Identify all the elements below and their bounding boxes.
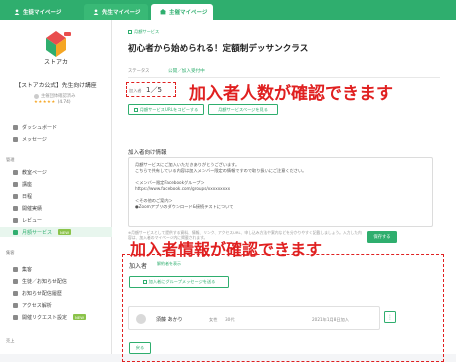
sidebar-item-classroom[interactable]: 教室ページ	[13, 167, 47, 177]
button-label: 月額サービスページを見る	[218, 106, 268, 112]
tab-student-mypage[interactable]: 生徒マイページ	[5, 4, 81, 20]
back-button[interactable]: 戻る	[129, 342, 151, 354]
participants-heading: 加入者	[129, 263, 148, 270]
participant-name[interactable]: 須藤 あかり	[156, 316, 183, 323]
sidebar-item-label: レビュー	[22, 217, 43, 224]
top-navigation-bar: 生徒マイページ 先生マイページ 主催マイページ	[0, 0, 456, 20]
sidebar-item-notify-history[interactable]: お知らせ配信履歴	[13, 288, 62, 298]
save-button[interactable]: 保存する	[367, 231, 397, 243]
owner-text: 主催団体確認済み	[41, 94, 76, 99]
group-message-button[interactable]: 加入者にグループメッセージを送る	[129, 276, 229, 288]
section-gather-heading: 集客	[6, 250, 15, 255]
settings-icon	[13, 314, 18, 320]
history-icon	[13, 290, 18, 296]
participant-gender: 女性	[209, 317, 218, 322]
more-vert-icon: ⋮	[387, 313, 393, 321]
shop-name: 【ストアカ公式】先生向け講座	[15, 83, 97, 89]
course-icon	[13, 181, 18, 187]
sidebar-item-dashboard[interactable]: ダッシュボード	[13, 122, 57, 132]
rating-value: (4.74)	[57, 100, 71, 105]
sidebar-item-message[interactable]: メッセージ	[13, 134, 47, 144]
classroom-icon	[13, 169, 18, 175]
info-textarea[interactable]: 月額サービスにご加入いただきありがとうございます。 こちらで共有している内容は加…	[128, 157, 433, 227]
sidebar-item-label: 教室ページ	[22, 169, 47, 176]
sidebar-item-gather[interactable]: 集客	[13, 264, 32, 274]
copy-icon	[133, 107, 138, 112]
sidebar-item-label: 生徒／お知らせ配信	[22, 278, 67, 285]
sidebar-item-label: 開催実績	[22, 205, 43, 212]
sidebar-item-label: お知らせ配信履歴	[22, 290, 62, 297]
info-heading: 加入者向け情報	[128, 150, 167, 156]
analytics-icon	[13, 302, 18, 308]
sidebar-item-label: メッセージ	[22, 136, 47, 143]
button-label: 月額サービスURLをコピーする	[139, 106, 199, 112]
tab-label: 生徒マイページ	[23, 10, 62, 16]
avatar	[136, 314, 146, 324]
copy-url-button[interactable]: 月額サービスURLをコピーする	[128, 104, 204, 115]
sidebar-item-label: ダッシュボード	[22, 124, 58, 131]
sidebar-item-label: 開催リクエスト設定	[22, 314, 68, 321]
info-callout-text: 加入者情報が確認できます	[130, 240, 323, 259]
button-label: 加入者にグループメッセージを送る	[148, 279, 216, 284]
status-label: ステータス	[128, 69, 150, 74]
sidebar-item-review[interactable]: レビュー	[13, 215, 42, 225]
view-service-button[interactable]: 月額サービスページを見る	[208, 104, 278, 115]
rating: ★★★★★ (4.74)	[34, 100, 71, 105]
sidebar-item-schedule[interactable]: 日程	[13, 191, 32, 201]
show-cancelled-link[interactable]: 解約者を表示	[157, 261, 181, 267]
main-content: 月額サービス 初心者から始められる！定額制デッサンクラス ステータス 公開／加入…	[112, 20, 456, 362]
page-title: 初心者から始められる！定額制デッサンクラス	[128, 44, 309, 54]
sidebar-item-notify[interactable]: 生徒／お知らせ配信	[13, 276, 67, 286]
send-icon	[13, 278, 18, 284]
sidebar-item-label: 集客	[22, 266, 33, 273]
svg-text:ストアカ: ストアカ	[44, 59, 68, 65]
sidebar: ストアカ 【ストアカ公式】先生向け講座 主催団体確認済み ★★★★★ (4.74…	[0, 20, 112, 354]
sidebar-item-course[interactable]: 講座	[13, 179, 32, 189]
review-icon	[13, 217, 18, 223]
participant-row: 須藤 あかり 女性 30代 2021年1月8日加入	[128, 306, 380, 330]
teacher-icon	[93, 9, 99, 15]
tab-organizer-mypage[interactable]: 主催マイページ	[151, 4, 213, 20]
more-menu-button[interactable]: ⋮	[384, 311, 396, 323]
section-sales-heading: 売上	[6, 338, 15, 343]
star-icons: ★★★★★	[34, 100, 56, 105]
tab-label: 主催マイページ	[169, 10, 208, 16]
participant-count-value: 1／5	[146, 86, 162, 94]
sidebar-item-request-settings[interactable]: 開催リクエスト設定 NEW	[13, 312, 87, 322]
breadcrumb: 月額サービス	[128, 29, 159, 35]
sidebar-item-label: アクセス解析	[22, 302, 52, 309]
new-badge: NEW	[73, 314, 87, 320]
sidebar-item-label: 講座	[22, 181, 33, 188]
dashboard-icon	[13, 124, 18, 130]
tab-teacher-mypage[interactable]: 先生マイページ	[84, 4, 148, 20]
calendar-icon	[13, 193, 18, 199]
participant-join-date: 2021年1月8日加入	[312, 317, 349, 322]
sidebar-item-monthly-service[interactable]: 月額サービス NEW	[0, 227, 112, 237]
breadcrumb-label[interactable]: 月額サービス	[134, 29, 159, 35]
count-callout-text: 加入者人数が確認できます	[189, 84, 393, 104]
sidebar-item-label: 日程	[22, 193, 33, 200]
message-icon	[142, 280, 147, 284]
megaphone-icon	[13, 266, 18, 272]
owner-info: 主催団体確認済み	[34, 93, 75, 99]
chart-icon	[13, 205, 18, 211]
avatar	[34, 93, 39, 99]
participant-age: 30代	[225, 317, 235, 322]
new-badge: NEW	[58, 229, 72, 235]
sidebar-item-label: 月額サービス	[22, 229, 53, 236]
mail-icon	[13, 136, 18, 142]
user-icon	[14, 9, 20, 15]
storeka-logo: ストアカ	[44, 31, 71, 65]
section-manage-heading: 管理	[6, 157, 15, 162]
sidebar-item-analytics[interactable]: アクセス解析	[13, 300, 52, 310]
subscription-icon	[13, 229, 18, 235]
grid-icon	[128, 30, 132, 34]
info-line: ●Zoomアプリのダウンロード&接続テストについて	[135, 204, 234, 209]
organizer-icon	[160, 9, 166, 15]
divider	[128, 77, 440, 78]
sidebar-item-results[interactable]: 開催実績	[13, 203, 42, 213]
participant-count-label: 加入者	[129, 88, 142, 93]
status-value: 公開／加入受付中	[168, 69, 205, 74]
tab-label: 先生マイページ	[102, 10, 141, 16]
